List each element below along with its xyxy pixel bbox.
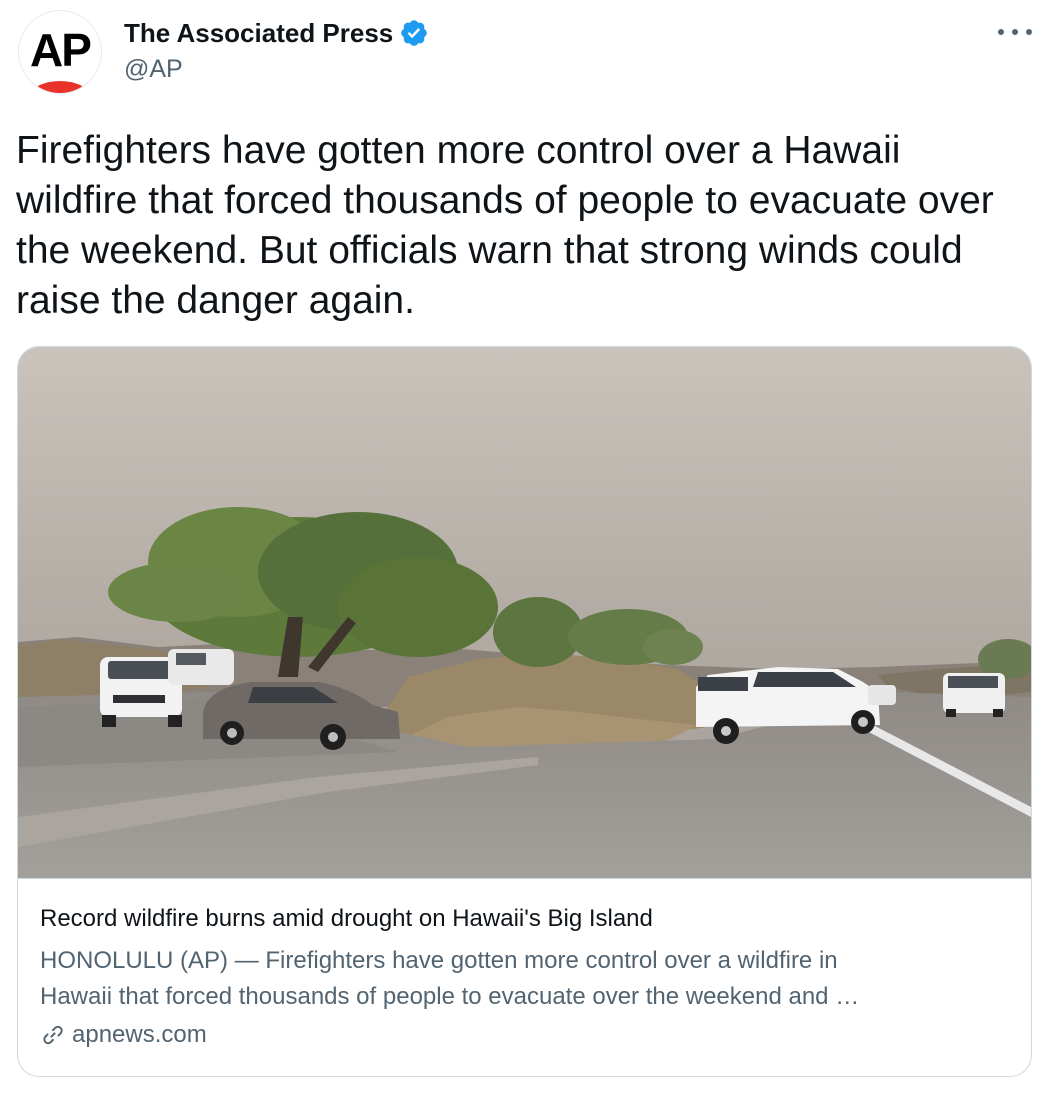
more-dot (1026, 29, 1032, 35)
card-domain-text: apnews.com (72, 1021, 207, 1048)
avatar-logo-text: AP (30, 24, 92, 76)
verified-badge-icon (401, 20, 428, 46)
link-icon (43, 1025, 63, 1045)
card-domain: apnews.com (40, 1019, 207, 1051)
avatar-red-accent (29, 81, 91, 93)
link-card[interactable]: Record wildfire burns amid drought on Ha… (17, 346, 1032, 1077)
card-description-line: Hawaii that forced thousands of people t… (40, 983, 860, 1010)
card-title: Record wildfire burns amid drought on Ha… (40, 905, 653, 932)
card-description-line: HONOLULU (AP) — Firefighters have gotten… (40, 947, 838, 974)
more-horizontal-icon[interactable] (998, 22, 1032, 42)
more-dot (998, 29, 1004, 35)
author-avatar[interactable]: AP (18, 10, 102, 94)
author-name-row: The Associated Press (124, 16, 429, 50)
author-display-name[interactable]: The Associated Press (124, 16, 393, 50)
tweet-text: Firefighters have gotten more control ov… (16, 129, 994, 322)
card-image[interactable] (18, 347, 1031, 879)
card-description: HONOLULU (AP) — Firefighters have gotten… (40, 943, 1000, 1015)
more-dot (1012, 29, 1018, 35)
author-handle[interactable]: @AP (124, 54, 183, 84)
wildfire-photo (18, 347, 1031, 878)
tweet-container: AP The Associated Press @AP Firefighters… (0, 0, 1048, 1096)
